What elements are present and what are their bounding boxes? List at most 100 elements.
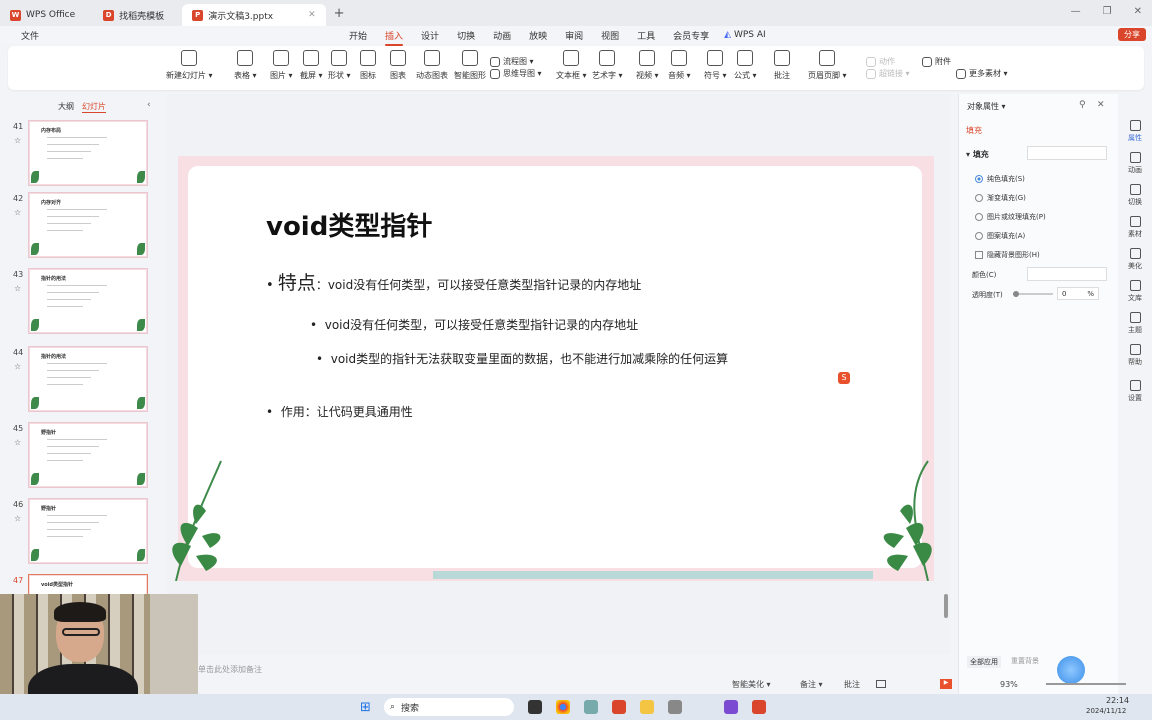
star-icon[interactable]: ☆	[14, 136, 21, 145]
menu-file[interactable]: 文件	[12, 29, 48, 42]
menu-0[interactable]: 开始	[340, 29, 376, 42]
notes-placeholder[interactable]: 单击此处添加备注	[198, 664, 262, 675]
app-icon[interactable]	[584, 700, 598, 714]
play-button[interactable]: ▶	[940, 679, 952, 689]
chrome-icon[interactable]	[556, 700, 570, 714]
zoom-value[interactable]: 93%	[1000, 680, 1018, 689]
fill-section[interactable]: ▾ 填充	[966, 149, 989, 160]
beautify-button[interactable]: 智能美化 ▾	[732, 679, 771, 690]
close-icon[interactable]: ✕	[1134, 6, 1142, 17]
star-icon[interactable]: ☆	[14, 208, 21, 217]
clock-date[interactable]: 2024/11/12	[1086, 707, 1126, 715]
slide-thumbnail[interactable]: 指针的用法	[28, 346, 148, 412]
clock-time[interactable]: 22:14	[1106, 696, 1129, 705]
panel-title[interactable]: 对象属性 ▾	[967, 101, 1006, 112]
ribbon-button-13[interactable]: 视频 ▾	[636, 50, 659, 81]
ribbon-button-2[interactable]: 图片 ▾	[270, 50, 293, 81]
ribbon-button-17[interactable]: 批注	[774, 50, 790, 81]
fill-option-2[interactable]: 图片或纹理填充(P)	[975, 212, 1046, 222]
sidebar-3[interactable]: 素材	[1118, 216, 1152, 239]
fill-option-3[interactable]: 图案填充(A)	[975, 231, 1025, 241]
close-panel-icon[interactable]: ✕	[1097, 100, 1105, 110]
slide-thumbnail[interactable]: 野指针	[28, 422, 148, 488]
ribbon-button-12[interactable]: 艺术字 ▾	[592, 50, 623, 81]
star-icon[interactable]: ☆	[14, 438, 21, 447]
fill-select[interactable]	[1027, 146, 1107, 160]
transparency-slider[interactable]	[1013, 291, 1053, 297]
ribbon-button-20[interactable]: 超链接 ▾	[866, 68, 910, 79]
menu-4[interactable]: 动画	[484, 29, 520, 42]
ribbon-button-8[interactable]: 智能图形	[454, 50, 486, 81]
ribbon-button-11[interactable]: 文本框 ▾	[556, 50, 587, 81]
ribbon-button-16[interactable]: 公式 ▾	[734, 50, 757, 81]
fill-option-0[interactable]: 纯色填充(S)	[975, 174, 1025, 184]
pin-icon[interactable]: ⚲	[1079, 100, 1086, 110]
vs-icon[interactable]	[724, 700, 738, 714]
sidebar-2[interactable]: 切换	[1118, 184, 1152, 207]
ribbon-button-4[interactable]: 形状 ▾	[328, 50, 351, 81]
new-tab-button[interactable]: +	[334, 6, 345, 21]
windows-start-icon[interactable]: ⊞	[360, 700, 371, 715]
wps-float-icon[interactable]: S	[838, 372, 850, 384]
share-button[interactable]: 分享	[1118, 28, 1146, 41]
hide-bg-checkbox[interactable]: 隐藏背景图形(H)	[975, 250, 1040, 260]
menu-8[interactable]: 工具	[628, 29, 664, 42]
tab-slides[interactable]: 幻灯片	[82, 101, 106, 113]
tab-docer[interactable]: D 找稻壳模板	[93, 4, 174, 26]
menu-1[interactable]: 插入	[376, 29, 412, 46]
slider-handle[interactable]	[1013, 291, 1019, 297]
menu-2[interactable]: 设计	[412, 29, 448, 42]
tab-document[interactable]: P 演示文稿3.pptx ✕	[182, 4, 326, 26]
apply-all-button[interactable]: 全部应用	[967, 656, 1001, 668]
slide-thumbnail[interactable]: 野指针	[28, 498, 148, 564]
restore-icon[interactable]: ❐	[1103, 6, 1112, 17]
slide-thumbnail[interactable]: void类型指针	[28, 574, 148, 596]
ribbon-button-0[interactable]: 新建幻灯片 ▾	[166, 50, 213, 81]
ribbon-button-18[interactable]: 页眉页脚 ▾	[808, 50, 847, 81]
comment-button[interactable]: 批注	[844, 679, 860, 690]
ribbon-button-1[interactable]: 表格 ▾	[234, 50, 257, 81]
slide-thumbnail[interactable]: 内存布局	[28, 120, 148, 186]
bullet-2[interactable]: • 作用：让代码更具通用性	[266, 403, 413, 420]
wps-taskbar2-icon[interactable]	[752, 700, 766, 714]
tab-wps-office[interactable]: W WPS Office	[0, 4, 85, 26]
zoom-slider[interactable]	[1046, 683, 1126, 685]
star-icon[interactable]: ☆	[14, 514, 21, 523]
sub-bullet-2[interactable]: • void类型的指针无法获取变量里面的数据，也不能进行加减乘除的任何运算	[316, 350, 728, 367]
ribbon-button-7[interactable]: 动态图表	[416, 50, 448, 81]
menu-7[interactable]: 视图	[592, 29, 628, 42]
sidebar-6[interactable]: 主题	[1118, 312, 1152, 335]
fill-option-1[interactable]: 渐变填充(G)	[975, 193, 1026, 203]
menu-5[interactable]: 放映	[520, 29, 556, 42]
slide-thumbnail[interactable]: 指针的用法	[28, 268, 148, 334]
menu-3[interactable]: 切换	[448, 29, 484, 42]
sub-bullet-1[interactable]: • void没有任何类型，可以接受任意类型指针记录的内存地址	[310, 316, 638, 333]
collapse-panel-icon[interactable]: ‹	[147, 100, 151, 110]
tab-outline[interactable]: 大纲	[58, 101, 74, 112]
wps-taskbar-icon[interactable]	[612, 700, 626, 714]
ribbon-button-21[interactable]: 附件	[922, 56, 951, 67]
star-icon[interactable]: ☆	[14, 284, 21, 293]
slide-47[interactable]: void类型指针 • 特点：void没有任何类型，可以接受任意类型指针记录的内存…	[172, 156, 934, 581]
ribbon-button-10[interactable]: 思维导图 ▾	[490, 68, 542, 79]
normal-view-icon[interactable]	[876, 680, 886, 688]
color-select[interactable]	[1027, 267, 1107, 281]
menu-9[interactable]: 会员专享	[664, 29, 718, 42]
sidebar-7[interactable]: 帮助	[1118, 344, 1152, 367]
reset-background-button[interactable]: 重置背景	[1011, 656, 1039, 666]
ribbon-button-9[interactable]: 流程图 ▾	[490, 56, 534, 67]
slide-title[interactable]: void类型指针	[266, 206, 432, 243]
ribbon-button-6[interactable]: 图表	[390, 50, 406, 81]
minimize-icon[interactable]: —	[1071, 6, 1081, 17]
canvas-scrollbar[interactable]	[944, 594, 948, 618]
sidebar-8[interactable]: 设置	[1118, 380, 1152, 403]
fill-tab[interactable]: 填充	[966, 125, 982, 136]
ribbon-button-22[interactable]: 更多素材 ▾	[956, 68, 1008, 79]
settings-icon[interactable]	[668, 700, 682, 714]
ribbon-button-14[interactable]: 音频 ▾	[668, 50, 691, 81]
menu-6[interactable]: 审阅	[556, 29, 592, 42]
notes-button[interactable]: 备注 ▾	[800, 679, 823, 690]
folder-icon[interactable]	[640, 700, 654, 714]
sidebar-4[interactable]: 美化	[1118, 248, 1152, 271]
transparency-input[interactable]: 0%	[1057, 287, 1099, 300]
